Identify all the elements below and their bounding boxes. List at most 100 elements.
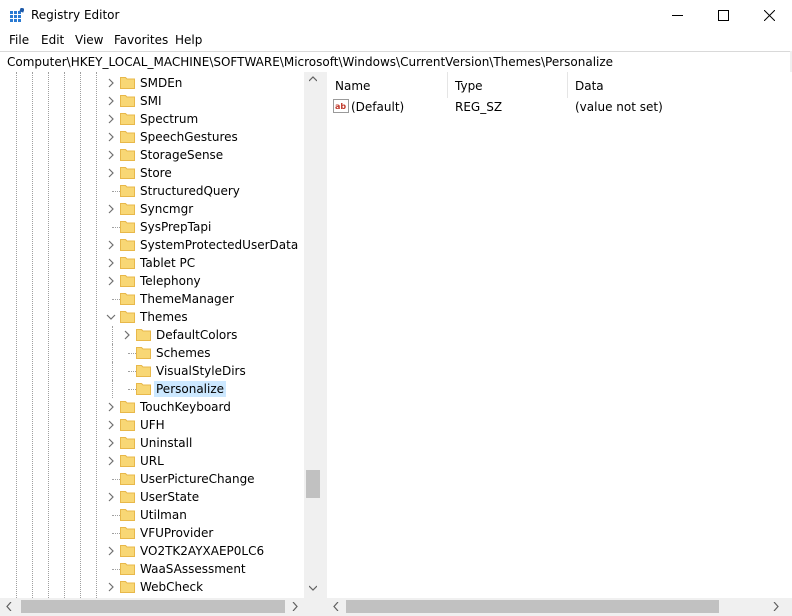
- folder-icon: [120, 473, 135, 485]
- menu-edit[interactable]: Edit: [41, 33, 64, 47]
- tree-item[interactable]: Themes: [0, 308, 304, 326]
- value-list[interactable]: Name Type Data ab (Default) REG_SZ (valu…: [327, 72, 792, 598]
- chevron-right-icon[interactable]: [106, 582, 116, 592]
- menu-file[interactable]: File: [9, 33, 29, 47]
- tree-item[interactable]: VO2TK2AYXAEP0LC6: [0, 542, 304, 560]
- tree-item[interactable]: URL: [0, 452, 304, 470]
- chevron-right-icon[interactable]: [106, 240, 116, 250]
- chevron-right-icon[interactable]: [106, 276, 116, 286]
- tree-item[interactable]: Spectrum: [0, 110, 304, 128]
- tree-guide-line: [128, 389, 136, 390]
- chevron-right-icon[interactable]: [106, 204, 116, 214]
- title-bar: Registry Editor: [0, 0, 792, 30]
- folder-icon: [120, 131, 135, 143]
- scroll-left-icon[interactable]: [333, 602, 339, 611]
- chevron-right-icon[interactable]: [106, 546, 116, 556]
- tree-item[interactable]: Utilman: [0, 506, 304, 524]
- address-path[interactable]: Computer\HKEY_LOCAL_MACHINE\SOFTWARE\Mic…: [7, 55, 613, 69]
- tree-item-label: StorageSense: [140, 148, 224, 162]
- scroll-down-icon[interactable]: [309, 585, 317, 591]
- tree-item[interactable]: UserPictureChange: [0, 470, 304, 488]
- key-tree[interactable]: SMDEn SMI Spectrum SpeechGestures StorageSen…: [0, 72, 322, 598]
- tree-item[interactable]: ThemeManager: [0, 290, 304, 308]
- tree-guide-line: [112, 515, 120, 516]
- tree-vscroll-thumb[interactable]: [306, 470, 320, 498]
- column-header-name[interactable]: Name: [327, 72, 447, 98]
- folder-icon: [120, 239, 135, 251]
- tree-item[interactable]: DefaultColors: [0, 326, 304, 344]
- list-hscroll-thumb[interactable]: [346, 600, 719, 613]
- tree-item[interactable]: Store: [0, 164, 304, 182]
- tree-item[interactable]: SpeechGestures: [0, 128, 304, 146]
- chevron-right-icon[interactable]: [106, 114, 116, 124]
- tree-item[interactable]: StorageSense: [0, 146, 304, 164]
- tree-item-label: VisualStyleDirs: [156, 364, 246, 378]
- tree-item[interactable]: TouchKeyboard: [0, 398, 304, 416]
- tree-item[interactable]: Telephony: [0, 272, 304, 290]
- tree-item[interactable]: Schemes: [0, 344, 304, 362]
- tree-item-label: SpeechGestures: [140, 130, 238, 144]
- tree-item-label: ThemeManager: [140, 292, 234, 306]
- scroll-right-icon[interactable]: [773, 602, 779, 611]
- folder-icon: [120, 185, 135, 197]
- tree-item[interactable]: VFUProvider: [0, 524, 304, 542]
- chevron-down-icon[interactable]: [106, 312, 116, 322]
- tree-item[interactable]: SysPrepTapi: [0, 218, 304, 236]
- chevron-right-icon[interactable]: [106, 168, 116, 178]
- tree-item[interactable]: SystemProtectedUserData: [0, 236, 304, 254]
- tree-item[interactable]: Tablet PC: [0, 254, 304, 272]
- svg-text:ab: ab: [335, 102, 346, 111]
- chevron-right-icon[interactable]: [122, 330, 132, 340]
- tree-item-label: UFH: [140, 418, 165, 432]
- tree-horizontal-scrollbar[interactable]: [0, 598, 322, 615]
- tree-item[interactable]: Personalize: [0, 380, 304, 398]
- tree-item[interactable]: Syncmgr: [0, 200, 304, 218]
- tree-item[interactable]: StructuredQuery: [0, 182, 304, 200]
- maximize-button[interactable]: [700, 0, 746, 30]
- chevron-right-icon[interactable]: [106, 78, 116, 88]
- chevron-right-icon[interactable]: [106, 132, 116, 142]
- menu-bar: File Edit View Favorites Help: [0, 30, 792, 51]
- chevron-right-icon[interactable]: [106, 492, 116, 502]
- chevron-right-icon[interactable]: [106, 402, 116, 412]
- column-header-data[interactable]: Data: [567, 72, 792, 98]
- minimize-icon: [671, 14, 683, 16]
- folder-icon: [120, 293, 135, 305]
- folder-icon: [120, 275, 135, 287]
- tree-item[interactable]: VisualStyleDirs: [0, 362, 304, 380]
- tree-guide-line: [112, 479, 120, 480]
- tree-item[interactable]: WaaSAssessment: [0, 560, 304, 578]
- folder-icon: [120, 77, 135, 89]
- address-bar[interactable]: Computer\HKEY_LOCAL_MACHINE\SOFTWARE\Mic…: [0, 51, 790, 73]
- tree-item[interactable]: SMI: [0, 92, 304, 110]
- scroll-right-icon[interactable]: [292, 602, 298, 611]
- list-horizontal-scrollbar[interactable]: [327, 598, 792, 615]
- scroll-left-icon[interactable]: [6, 602, 12, 611]
- tree-guide-line: [112, 569, 120, 570]
- chevron-right-icon[interactable]: [106, 438, 116, 448]
- chevron-right-icon[interactable]: [106, 150, 116, 160]
- scroll-up-icon[interactable]: [309, 76, 317, 82]
- tree-item[interactable]: UFH: [0, 416, 304, 434]
- chevron-right-icon[interactable]: [106, 258, 116, 268]
- chevron-right-icon[interactable]: [106, 420, 116, 430]
- chevron-right-icon[interactable]: [106, 96, 116, 106]
- tree-vertical-scrollbar[interactable]: [304, 72, 322, 598]
- tree-item[interactable]: UserState: [0, 488, 304, 506]
- tree-item[interactable]: SMDEn: [0, 74, 304, 92]
- column-header-type[interactable]: Type: [447, 72, 567, 98]
- menu-help[interactable]: Help: [175, 33, 202, 47]
- tree-item-label: Syncmgr: [140, 202, 194, 216]
- menu-favorites[interactable]: Favorites: [114, 33, 168, 47]
- close-button[interactable]: [746, 0, 792, 30]
- folder-icon: [120, 221, 135, 233]
- tree-item-label: VO2TK2AYXAEP0LC6: [140, 544, 265, 558]
- minimize-button[interactable]: [654, 0, 700, 30]
- tree-hscroll-thumb[interactable]: [21, 600, 285, 613]
- menu-view[interactable]: View: [75, 33, 103, 47]
- tree-item[interactable]: WebCheck: [0, 578, 304, 596]
- tree-guide-line: [112, 191, 120, 192]
- tree-item-label: Store: [140, 166, 172, 180]
- tree-item[interactable]: Uninstall: [0, 434, 304, 452]
- chevron-right-icon[interactable]: [106, 456, 116, 466]
